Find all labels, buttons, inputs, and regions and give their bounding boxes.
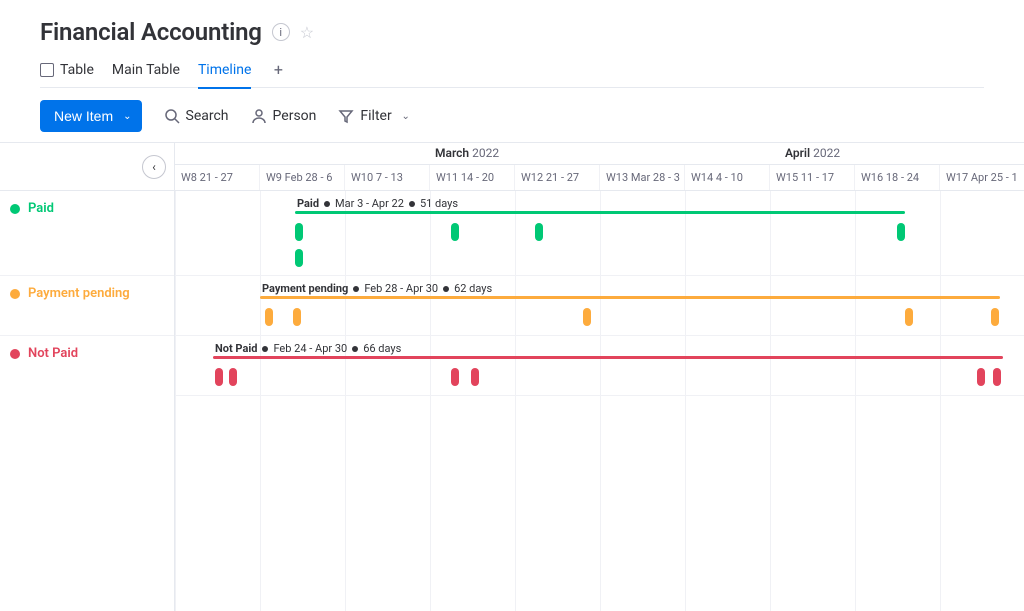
timeline-grid[interactable]: March 2022 April 2022 W8 21 - 27 W9 Feb … bbox=[175, 143, 1024, 611]
timeline-item[interactable] bbox=[471, 368, 479, 386]
chevron-down-icon: ⌄ bbox=[123, 111, 131, 122]
timeline-item[interactable] bbox=[295, 223, 303, 241]
tab-label: Timeline bbox=[198, 62, 251, 78]
week-cell: W17 Apr 25 - 1 bbox=[940, 165, 1024, 190]
info-icon[interactable]: i bbox=[272, 23, 290, 41]
week-cell: W11 14 - 20 bbox=[430, 165, 515, 190]
tab-label: Table bbox=[60, 62, 94, 78]
timeline-item[interactable] bbox=[293, 308, 301, 326]
tab-timeline[interactable]: Timeline bbox=[198, 52, 251, 88]
person-label: Person bbox=[273, 108, 317, 124]
span-bar-paid[interactable] bbox=[295, 211, 905, 214]
group-name: Not Paid bbox=[28, 346, 78, 361]
timeline-item[interactable] bbox=[993, 368, 1001, 386]
filter-button[interactable]: Filter ⌄ bbox=[338, 108, 413, 124]
timeline-item[interactable] bbox=[991, 308, 999, 326]
span-label-paid[interactable]: Paid Mar 3 - Apr 22 51 days bbox=[297, 197, 458, 210]
toolbar: New Item ⌄ Search Person Filter ⌄ bbox=[40, 100, 984, 132]
timeline-item[interactable] bbox=[215, 368, 223, 386]
group-name: Paid bbox=[28, 201, 54, 216]
lane-pending: Payment pending Feb 28 - Apr 30 62 days bbox=[175, 276, 1024, 336]
timeline: ˆˇ ‹ Paid Payment pending Not Paid bbox=[0, 142, 1024, 611]
timeline-item[interactable] bbox=[897, 223, 905, 241]
week-cell: W13 Mar 28 - 3 bbox=[600, 165, 685, 190]
lane-paid: Paid Mar 3 - Apr 22 51 days bbox=[175, 191, 1024, 276]
filter-icon bbox=[338, 108, 354, 124]
span-label-notpaid[interactable]: Not Paid Feb 24 - Apr 30 66 days bbox=[215, 342, 401, 355]
search-icon bbox=[164, 108, 180, 124]
timeline-item[interactable] bbox=[451, 223, 459, 241]
timeline-item[interactable] bbox=[977, 368, 985, 386]
timeline-item[interactable] bbox=[451, 368, 459, 386]
scroll-left-button[interactable]: ‹ bbox=[142, 155, 166, 179]
span-label-pending[interactable]: Payment pending Feb 28 - Apr 30 62 days bbox=[262, 282, 492, 295]
span-bar-notpaid[interactable] bbox=[213, 356, 1003, 359]
month-label-march: March 2022 bbox=[435, 146, 499, 160]
timeline-item[interactable] bbox=[905, 308, 913, 326]
home-icon bbox=[40, 63, 54, 77]
timeline-item[interactable] bbox=[295, 249, 303, 267]
span-bar-pending[interactable] bbox=[260, 296, 1000, 299]
page-title: Financial Accounting bbox=[40, 18, 262, 46]
view-tabs: Table Main Table Timeline + bbox=[40, 52, 984, 88]
status-dot-icon bbox=[10, 204, 20, 214]
tab-main-table[interactable]: Main Table bbox=[112, 52, 180, 88]
week-cell: W12 21 - 27 bbox=[515, 165, 600, 190]
week-cell: W8 21 - 27 bbox=[175, 165, 260, 190]
timeline-groups-column: ˆˇ ‹ Paid Payment pending Not Paid bbox=[0, 143, 175, 611]
timeline-item[interactable] bbox=[535, 223, 543, 241]
timeline-item[interactable] bbox=[265, 308, 273, 326]
week-cell: W14 4 - 10 bbox=[685, 165, 770, 190]
week-cell: W10 7 - 13 bbox=[345, 165, 430, 190]
status-dot-icon bbox=[10, 289, 20, 299]
group-header-paid[interactable]: Paid bbox=[0, 201, 54, 216]
tab-label: Main Table bbox=[112, 62, 180, 78]
lane-notpaid: Not Paid Feb 24 - Apr 30 66 days bbox=[175, 336, 1024, 396]
person-icon bbox=[251, 108, 267, 124]
filter-label: Filter bbox=[360, 108, 391, 124]
group-name: Payment pending bbox=[28, 286, 130, 301]
group-header-notpaid[interactable]: Not Paid bbox=[0, 346, 78, 361]
add-view-button[interactable]: + bbox=[269, 61, 287, 79]
chevron-down-icon: ⌄ bbox=[398, 108, 414, 124]
status-dot-icon bbox=[10, 349, 20, 359]
new-item-button[interactable]: New Item ⌄ bbox=[40, 100, 142, 132]
group-header-pending[interactable]: Payment pending bbox=[0, 286, 130, 301]
week-header-row: W8 21 - 27 W9 Feb 28 - 6 W10 7 - 13 W11 … bbox=[175, 165, 1024, 191]
search-label: Search bbox=[186, 108, 229, 124]
tab-table[interactable]: Table bbox=[40, 52, 94, 88]
month-label-april: April 2022 bbox=[785, 146, 840, 160]
person-button[interactable]: Person bbox=[251, 108, 317, 124]
timeline-item[interactable] bbox=[583, 308, 591, 326]
star-icon[interactable]: ☆ bbox=[300, 23, 314, 42]
search-button[interactable]: Search bbox=[164, 108, 229, 124]
timeline-item[interactable] bbox=[229, 368, 237, 386]
week-cell: W16 18 - 24 bbox=[855, 165, 940, 190]
week-cell: W9 Feb 28 - 6 bbox=[260, 165, 345, 190]
week-cell: W15 11 - 17 bbox=[770, 165, 855, 190]
new-item-label: New Item bbox=[54, 108, 113, 124]
month-header-row: March 2022 April 2022 bbox=[175, 143, 1024, 165]
